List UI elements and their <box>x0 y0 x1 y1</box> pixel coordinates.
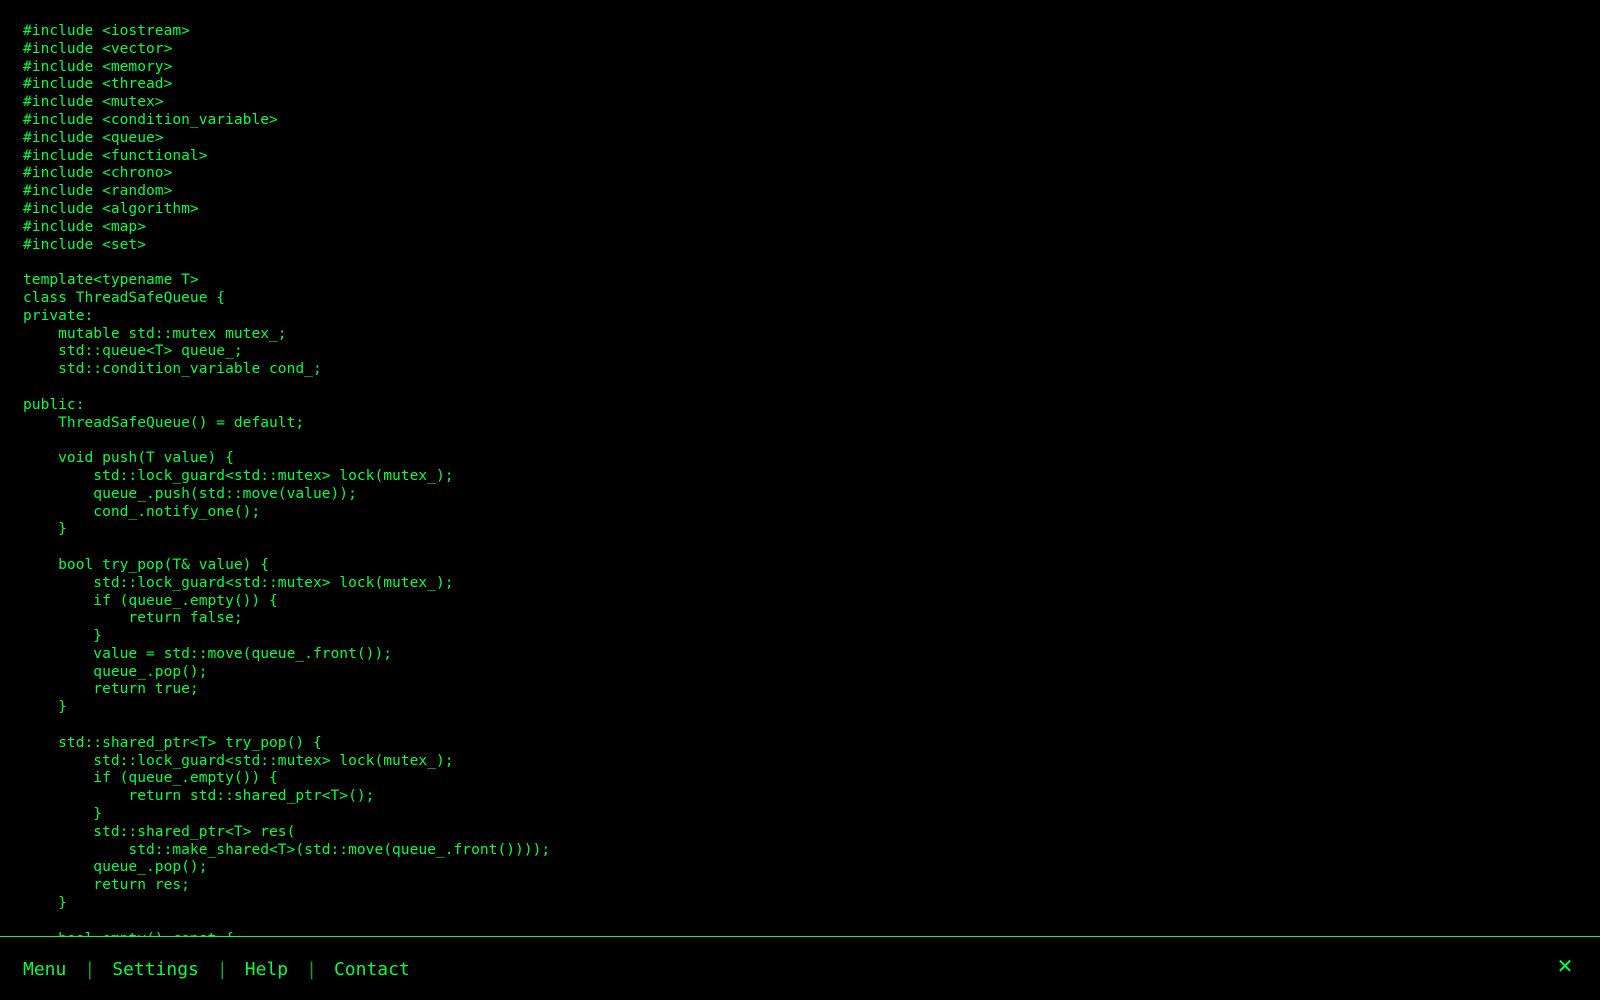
nav-separator: | <box>84 959 96 980</box>
footer-nav: Menu | Settings | Help | Contact <box>23 959 410 981</box>
code-viewer: #include <iostream> #include <vector> #i… <box>0 0 1600 936</box>
close-icon[interactable]: ✕ <box>1554 955 1576 977</box>
nav-separator: | <box>306 959 317 980</box>
menu-link[interactable]: Menu <box>23 959 66 981</box>
help-link[interactable]: Help <box>245 959 288 981</box>
footer-bar: Menu | Settings | Help | Contact ✕ <box>0 936 1600 1000</box>
nav-separator: | <box>216 959 228 980</box>
contact-link[interactable]: Contact <box>334 959 410 981</box>
code-text: #include <iostream> #include <vector> #i… <box>23 22 551 936</box>
settings-link[interactable]: Settings <box>112 959 199 981</box>
